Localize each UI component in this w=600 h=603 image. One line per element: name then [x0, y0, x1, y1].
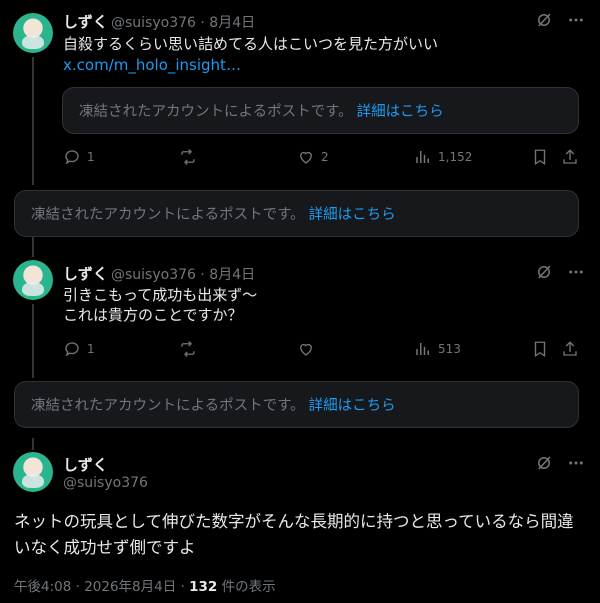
frozen-reply[interactable]: 凍結されたアカウントによるポストです。 詳細はこちら — [14, 190, 579, 237]
views-button[interactable]: 513 — [414, 340, 461, 358]
avatar[interactable] — [13, 452, 53, 492]
reply-count: 1 — [87, 342, 95, 356]
views-icon — [416, 151, 429, 163]
bookmark-icon — [534, 341, 546, 358]
grok-icon[interactable] — [535, 263, 553, 281]
repost-icon — [181, 149, 195, 165]
handle[interactable]: @suisyo376 — [63, 475, 148, 491]
reply-count: 1 — [87, 150, 95, 164]
frozen-notice: 凍結されたアカウントによるポストです。 — [79, 104, 353, 120]
quoted-frozen-post[interactable]: 凍結されたアカウントによるポストです。 詳細はこちら — [62, 87, 579, 134]
handle[interactable]: @suisyo376 — [111, 267, 196, 283]
repost-button[interactable] — [178, 148, 204, 166]
like-count: 2 — [321, 150, 329, 164]
reply-button[interactable]: 1 — [63, 148, 95, 166]
post-date[interactable]: 8月4日 — [209, 15, 255, 31]
grok-icon[interactable] — [535, 11, 553, 29]
handle[interactable]: @suisyo376 — [111, 15, 196, 31]
like-icon — [300, 151, 312, 164]
views-count: 513 — [438, 342, 461, 356]
reply-icon — [65, 150, 79, 165]
view-label: 件の表示 — [221, 579, 276, 595]
thread-line — [32, 438, 34, 450]
frozen-notice: 凍結されたアカウントによるポストです。 — [31, 398, 305, 414]
avatar[interactable] — [13, 13, 53, 53]
bookmark-icon — [534, 149, 546, 166]
share-button[interactable] — [561, 340, 579, 358]
views-button[interactable]: 1,152 — [414, 148, 472, 166]
view-count: 132 — [189, 579, 218, 595]
handle-date[interactable]: @suisyo376 · 8月4日 — [111, 264, 255, 284]
share-button[interactable] — [561, 148, 579, 166]
post-actions: 1 2 1,152 — [0, 145, 600, 169]
more-icon[interactable] — [567, 454, 585, 472]
display-name[interactable]: しずく — [63, 454, 108, 475]
post-text-line: 引きこもって成功も出来ず〜 — [63, 286, 258, 304]
bookmark-button[interactable] — [531, 148, 549, 166]
grok-icon[interactable] — [535, 454, 553, 472]
share-icon — [563, 341, 577, 356]
display-name[interactable]: しずく — [63, 11, 108, 32]
views-icon — [416, 343, 429, 355]
thread-line — [32, 237, 34, 257]
post-full-date[interactable]: 2026年8月4日 — [84, 579, 176, 595]
focused-post-text: ネットの玩具として伸びた数字がそんな長期的に持つと思っているなら間違いなく成功せ… — [14, 512, 574, 557]
post-top-icons — [535, 11, 585, 29]
details-link[interactable]: 詳細はこちら — [309, 394, 396, 415]
details-link[interactable]: 詳細はこちら — [357, 100, 444, 121]
repost-icon — [181, 341, 195, 357]
like-button[interactable]: 2 — [297, 148, 329, 166]
post-top-icons — [535, 454, 585, 472]
more-icon[interactable] — [567, 263, 585, 281]
post-date[interactable]: 8月4日 — [209, 267, 255, 283]
post-link[interactable]: x.com/m_holo_insight… — [63, 55, 241, 75]
reply-button[interactable]: 1 — [63, 340, 95, 358]
reply-icon — [65, 342, 79, 357]
views-count: 1,152 — [438, 150, 473, 164]
more-icon[interactable] — [567, 11, 585, 29]
bookmark-button[interactable] — [531, 340, 549, 358]
like-icon — [300, 343, 312, 356]
repost-button[interactable] — [178, 340, 204, 358]
post-top-icons — [535, 263, 585, 281]
frozen-notice: 凍結されたアカウントによるポストです。 — [31, 207, 305, 223]
display-name[interactable]: しずく — [63, 263, 108, 284]
post-time[interactable]: 午後4:08 — [14, 579, 71, 595]
avatar[interactable] — [13, 260, 53, 300]
frozen-reply[interactable]: 凍結されたアカウントによるポストです。 詳細はこちら — [14, 381, 579, 428]
details-link[interactable]: 詳細はこちら — [309, 203, 396, 224]
post-text: 自殺するくらい思い詰めてる人はこいつを見た方がいい — [63, 35, 439, 53]
share-icon — [563, 149, 577, 164]
post-meta: 午後4:08 · 2026年8月4日 · 132 件の表示 — [14, 579, 276, 595]
handle-date[interactable]: @suisyo376 · 8月4日 — [111, 12, 255, 32]
like-button[interactable] — [297, 340, 321, 358]
post-actions: 1 513 — [0, 337, 600, 361]
post-text-line: これは貴方のことですか？ — [63, 306, 243, 324]
